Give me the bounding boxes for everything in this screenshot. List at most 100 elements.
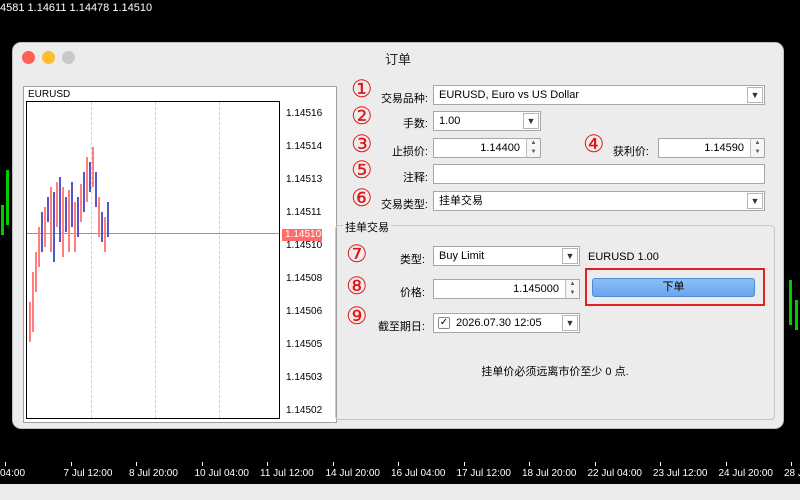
chart-tick-bar (83, 172, 85, 212)
chart-plot-area (26, 101, 280, 419)
tick-chart: EURUSD 1.14516 1.14514 1.14513 1.14511 1… (23, 86, 337, 423)
expiry-datetime-picker[interactable]: ✓ 2026.07.30 12:05 ▼ (433, 313, 580, 333)
pending-order-group-title: 挂单交易 (343, 219, 391, 235)
terminal-status-strip (0, 484, 800, 500)
chart-tick-bar (32, 272, 34, 332)
chart-tick-bar (95, 172, 97, 207)
chart-tick-bar (47, 197, 49, 222)
chart-tick-bar (50, 187, 52, 252)
chart-tick-bar (107, 202, 109, 237)
time-axis-tick (398, 462, 399, 466)
comment-input[interactable] (433, 164, 765, 184)
chart-tick-bar (101, 212, 103, 242)
time-axis-tick (70, 462, 72, 466)
stop-loss-input[interactable]: 1.14400 ▲ ▼ (433, 138, 541, 158)
take-profit-stepper[interactable]: ▲ ▼ (750, 139, 764, 157)
chart-tick-bar (86, 157, 88, 202)
time-axis-label: 24 Jul 20:00 (718, 468, 774, 479)
order-kind-label: 类型: (399, 254, 425, 266)
expiry-value: 2026.07.30 12:05 (456, 317, 542, 329)
price-tick-label: 1.14511 (286, 207, 322, 218)
order-dialog: 订单 EURUSD 1.14516 1.14514 1.14513 1.1451… (13, 43, 783, 428)
trade-type-label: 交易类型: (380, 199, 428, 211)
time-axis-tick (463, 462, 465, 466)
current-price-line (27, 233, 279, 234)
price-tick-label: 1.14513 (286, 174, 323, 185)
time-axis-label: 22 Jul 04:00 (587, 468, 643, 479)
time-axis-label: 17 Jul 12:00 (456, 468, 512, 479)
trade-type-value: 挂单交易 (439, 195, 483, 207)
order-kind-value: Buy Limit (439, 250, 485, 262)
background-candle (1, 205, 4, 235)
chart-tick-bar (62, 187, 64, 257)
chart-tick-bar (65, 197, 67, 232)
distance-warning-text: 挂单价必须远离市价至少 0 点. (481, 366, 629, 378)
time-axis-tick (332, 462, 334, 466)
chevron-down-icon[interactable]: ▼ (562, 248, 578, 264)
background-candle (6, 170, 9, 225)
time-axis-tick (529, 462, 530, 466)
chart-tick-bar (68, 190, 70, 252)
symbol-select[interactable]: EURUSD, Euro vs US Dollar ▼ (433, 85, 765, 105)
time-axis-label: 11 Jul 12:00 (260, 468, 314, 479)
chart-tick-bar (92, 147, 94, 187)
chart-tick-bar (98, 197, 100, 237)
volume-select[interactable]: 1.00 ▼ (433, 111, 541, 131)
chart-tick-bar (38, 227, 40, 267)
background-candle (789, 280, 792, 325)
time-axis-label: 8 Jul 20:00 (129, 468, 178, 479)
chart-tick-bar (71, 182, 73, 227)
take-profit-label: 获利价: (612, 146, 649, 158)
chevron-down-icon[interactable]: ▼ (523, 113, 539, 129)
time-axis-tick (594, 462, 596, 466)
stop-loss-label: 止损价: (391, 146, 428, 158)
stop-loss-stepper[interactable]: ▲ ▼ (526, 139, 540, 157)
order-price-stepper[interactable]: ▲ ▼ (565, 280, 579, 298)
order-price-label: 价格: (399, 287, 425, 299)
comment-label: 注释: (402, 172, 428, 184)
time-axis-tick (136, 462, 137, 466)
time-axis-tick (201, 462, 203, 466)
chart-tick-bar (41, 212, 43, 252)
time-axis-label: 04:00 (0, 468, 26, 479)
price-tick-label: 1.14506 (286, 306, 323, 317)
symbol-label: 交易品种: (380, 93, 428, 105)
expiry-checkbox[interactable]: ✓ (438, 317, 450, 329)
time-axis-label: 18 Jul 20:00 (522, 468, 577, 479)
time-axis-label: 14 Jul 20:00 (325, 468, 381, 479)
time-axis-tick (791, 462, 792, 466)
price-tick-label: 1.14516 (286, 108, 323, 119)
chart-tick-bar (77, 197, 79, 237)
price-tick-label: 1.14514 (286, 141, 323, 152)
current-price-marker: 1.14510 (282, 229, 322, 241)
symbol-select-value: EURUSD, Euro vs US Dollar (439, 89, 579, 101)
price-tick-label: 1.14505 (286, 339, 323, 350)
time-axis-tick (660, 462, 661, 466)
time-axis-label: 7 Jul 12:00 (63, 468, 113, 479)
time-axis-label: 10 Jul 04:00 (194, 468, 250, 479)
order-kind-select[interactable]: Buy Limit ▼ (433, 246, 580, 266)
terminal-time-axis: 04:00 7 Jul 12:00 8 Jul 20:00 10 Jul 04:00 1… (0, 462, 800, 484)
chart-tick-bar (89, 162, 91, 192)
place-order-button[interactable]: 下单 (592, 278, 755, 297)
chevron-down-icon[interactable]: ▼ (747, 87, 763, 103)
trade-type-select[interactable]: 挂单交易 ▼ (433, 191, 765, 211)
chart-tick-bar (53, 192, 55, 262)
chart-tick-bar (104, 217, 106, 252)
order-summary-text: EURUSD 1.00 (588, 251, 659, 263)
time-axis-label: 28 Jul 0 (784, 468, 800, 479)
take-profit-input[interactable]: 1.14590 ▲ ▼ (658, 138, 765, 158)
chevron-down-icon[interactable]: ▼ (747, 193, 763, 209)
chart-grid-line (155, 102, 156, 418)
time-axis-label: 23 Jul 12:00 (653, 468, 708, 479)
price-tick-label: 1.14508 (286, 273, 323, 284)
expiry-label: 截至期日: (377, 321, 425, 333)
chart-tick-bar (35, 252, 37, 292)
price-tick-label: 1.14503 (286, 372, 323, 383)
volume-select-value: 1.00 (439, 115, 461, 127)
chart-symbol-label: EURUSD (28, 89, 71, 100)
time-axis-tick (725, 462, 727, 466)
chevron-down-icon[interactable]: ▼ (562, 315, 578, 331)
price-tick-label: 1.14502 (286, 405, 323, 416)
order-price-input[interactable]: 1.145000 ▲ ▼ (433, 279, 580, 299)
